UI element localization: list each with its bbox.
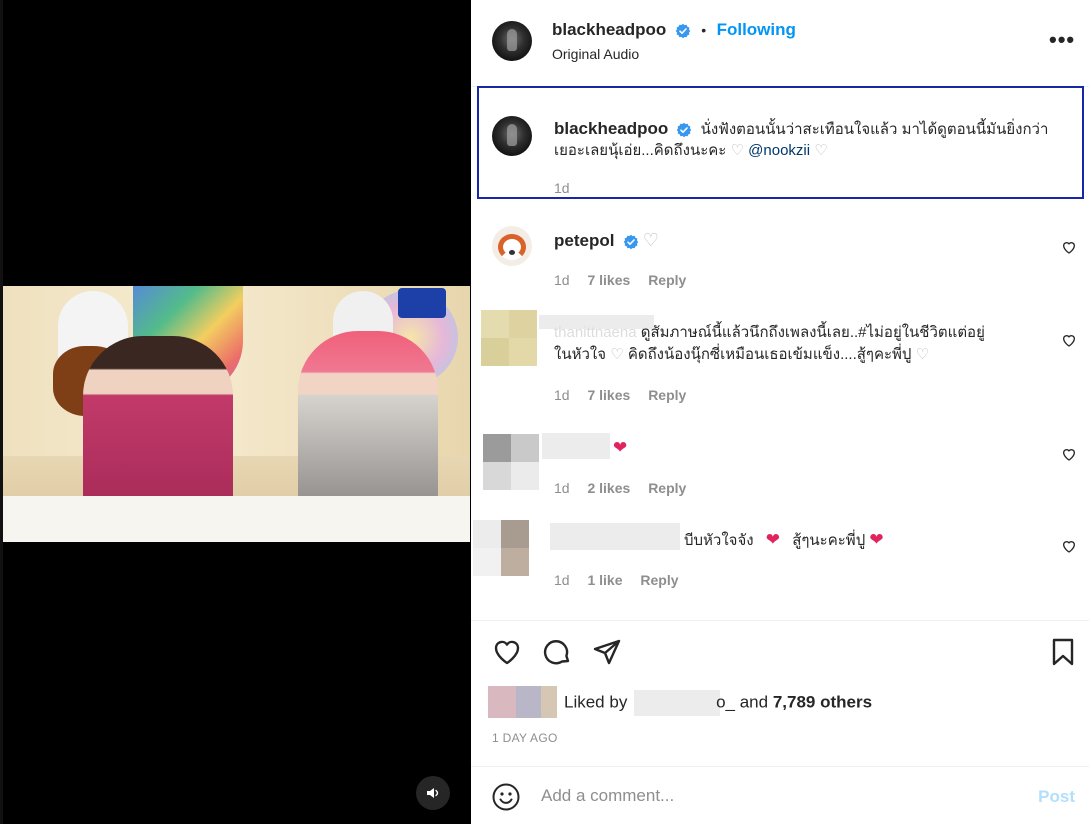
comment-username[interactable]: petepol [554,231,614,250]
comment-body-line2b: คิดถึงน้องนุ๊กซี่เหมือนเธอเข้มแข็ง....สู… [627,346,912,363]
redacted-username [542,433,610,459]
redacted-username [550,523,680,550]
video-frame[interactable] [3,286,470,542]
likes-count[interactable]: 7,789 others [773,692,872,711]
comment-time[interactable]: 1d [554,387,570,403]
comment-meta: 1d 2 likes Reply [554,480,700,496]
reply-button[interactable]: Reply [648,480,686,496]
white-heart-emoji-icon: ♡ [730,142,744,159]
mention-link[interactable]: @nookzii [748,142,810,159]
red-heart-emoji-icon: ❤ [869,530,884,549]
comment-time[interactable]: 1d [554,272,570,288]
save-bookmark-icon[interactable] [1047,636,1079,668]
comment-time[interactable]: 1d [554,572,570,588]
caption-text: blackheadpoo นั่งฟังตอนนั้นว่าสะเทือนใจแ… [554,118,1074,141]
like-comment-heart-icon[interactable] [1061,239,1077,255]
audio-toggle-button[interactable] [416,776,450,810]
white-heart-emoji-icon: ♡ [814,142,828,159]
comment-username[interactable]: thanittnaena [554,324,637,341]
white-heart-emoji-icon: ♡ [642,230,659,250]
avatar[interactable] [492,21,532,61]
comment-avatar[interactable] [492,226,532,266]
caption-avatar[interactable] [492,116,532,156]
comment-input[interactable] [541,783,1001,809]
speaker-icon [427,788,439,798]
comment-body-line2: ในหัวใจ [554,346,607,363]
video-person-1 [83,336,233,516]
caption-body-line2: เยอะเลยนุ้เอ่ย...คิดถึงนะคะ [554,142,727,159]
comment-meta: 1d 1 like Reply [554,572,693,588]
redacted-liker[interactable] [634,690,721,716]
like-comment-heart-icon[interactable] [1061,538,1077,554]
media-panel [0,0,471,824]
like-comment-heart-icon[interactable] [1061,446,1077,462]
following-button[interactable]: Following [717,20,796,39]
white-heart-emoji-icon: ♡ [610,346,624,363]
liked-by-and: and [739,692,769,712]
verified-badge-icon [623,234,638,250]
comment-text: petepol ♡ [554,229,659,253]
post-panel: blackheadpoo • Following Original Audio … [471,0,1089,824]
comment-text: บีบหัวใจจัง ❤ สู้ๆนะคะพี่ปู ❤ [684,529,884,552]
red-heart-emoji-icon: ❤ [765,530,781,549]
comment-likes[interactable]: 1 like [587,572,622,588]
emoji-smiley-icon[interactable] [491,782,521,812]
comment-avatar[interactable] [481,310,537,366]
caption-text-line2: เยอะเลยนุ้เอ่ย...คิดถึงนะคะ ♡ @nookzii ♡ [554,140,1074,162]
more-options-button[interactable]: ••• [1049,29,1074,54]
comment-likes[interactable]: 7 likes [587,387,630,403]
action-bar [471,636,1089,672]
comment-avatar[interactable] [473,520,529,576]
comment-time[interactable]: 1d [554,480,570,496]
caption-body: นั่งฟังตอนนั้นว่าสะเทือนใจแล้ว มาได้ดูตอ… [700,121,1049,138]
audio-label[interactable]: Original Audio [552,46,639,62]
post-timestamp[interactable]: 1 DAY AGO [492,731,558,745]
liked-by-prefix: Liked by [564,692,628,712]
like-heart-icon[interactable] [491,636,523,668]
comment-meta: 1d 7 likes Reply [554,387,700,403]
liked-by-summary: Liked by o_ and 7,789 others [564,690,872,716]
separator-dot: • [701,22,707,38]
add-comment-bar: Post [471,767,1089,824]
post-button[interactable]: Post [1038,787,1075,807]
verified-badge-icon [675,23,691,38]
reply-button[interactable]: Reply [648,387,686,403]
comment-body: บีบหัวใจจัง [684,532,754,549]
comment-likes[interactable]: 7 likes [587,272,630,288]
reply-button[interactable]: Reply [640,572,678,588]
red-heart-emoji-icon: ❤ [613,438,628,457]
caption-username[interactable]: blackheadpoo [554,119,668,138]
video-person-2 [298,331,438,516]
comment-text: ❤ [613,437,627,460]
caption-meta: 1d [554,180,584,196]
comment-meta: 1d 7 likes Reply [554,272,700,288]
share-paper-plane-icon[interactable] [591,636,623,668]
comment-text-line2: ในหัวใจ ♡ คิดถึงน้องนุ๊กซี่เหมือนเธอเข้ม… [554,344,1054,366]
comment-bubble-icon[interactable] [541,636,573,668]
post-header: blackheadpoo • Following Original Audio … [471,0,1089,87]
header-username[interactable]: blackheadpoo [552,20,666,39]
liked-by-user-suffix[interactable]: o_ [716,692,735,711]
reply-button[interactable]: Reply [648,272,686,288]
comment-text: thanittnaena ดูสัมภาษณ์นี้แล้วนึกถึงเพลง… [554,322,1054,344]
video-table [3,496,470,542]
white-heart-emoji-icon: ♡ [915,346,930,363]
comment-body: ดูสัมภาษณ์นี้แล้วนึกถึงเพลงนี้เลย..#ไม่อ… [640,324,985,341]
verified-badge-icon [677,122,692,138]
comment-body-b: สู้ๆนะคะพี่ปู [792,532,866,549]
comment-likes[interactable]: 2 likes [587,480,630,496]
divider [471,620,1089,621]
comment-avatar[interactable] [483,434,539,490]
caption-time[interactable]: 1d [554,180,570,196]
video-logo [398,288,446,318]
like-comment-heart-icon[interactable] [1061,332,1077,348]
